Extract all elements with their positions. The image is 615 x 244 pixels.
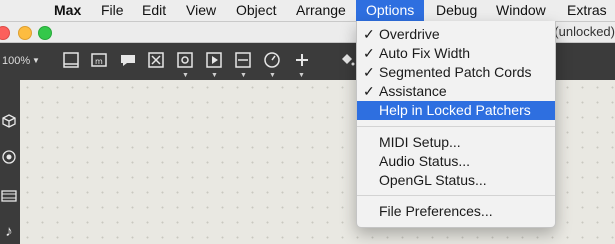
minimize-window-button[interactable] <box>18 26 32 40</box>
checkmark-icon: ✓ <box>363 83 375 99</box>
menu-extras[interactable]: Extras <box>561 0 613 21</box>
menu-max[interactable]: Max <box>48 0 87 21</box>
svg-text:m: m <box>95 57 103 66</box>
gauge-menu-icon[interactable] <box>263 51 283 71</box>
menu-options[interactable]: Options <box>356 0 425 21</box>
zoom-window-button[interactable] <box>38 26 52 40</box>
close-window-button[interactable] <box>0 26 10 40</box>
menu-item-audio-status[interactable]: Audio Status... <box>357 152 555 171</box>
presentation-icon[interactable] <box>62 51 82 71</box>
menu-separator <box>357 126 555 127</box>
target-icon[interactable] <box>0 150 18 170</box>
message-box-icon[interactable]: m <box>90 51 110 71</box>
menu-item-label: File Preferences... <box>379 203 493 219</box>
checkmark-icon: ✓ <box>363 45 375 61</box>
left-sidebar: ♪ <box>0 80 20 244</box>
options-menu: ✓ Overdrive ✓ Auto Fix Width ✓ Segmented… <box>356 21 556 228</box>
menu-item-midi-setup[interactable]: MIDI Setup... <box>357 133 555 152</box>
menu-item-label: Assistance <box>379 83 447 99</box>
menu-view[interactable]: View <box>180 0 222 21</box>
menu-item-overdrive[interactable]: ✓ Overdrive <box>357 25 555 44</box>
cube-icon[interactable] <box>0 114 18 134</box>
add-icon[interactable] <box>293 51 313 71</box>
menu-item-label: Overdrive <box>379 26 440 42</box>
menu-item-assistance[interactable]: ✓ Assistance <box>357 82 555 101</box>
menu-item-segmented-patch-cords[interactable]: ✓ Segmented Patch Cords <box>357 63 555 82</box>
menu-item-label: MIDI Setup... <box>379 134 461 150</box>
play-menu-icon[interactable] <box>205 51 225 71</box>
menu-bar: Max File Edit View Object Arrange Option… <box>0 0 615 22</box>
toggle-x-icon[interactable] <box>147 51 167 71</box>
menu-item-label: Segmented Patch Cords <box>379 64 532 80</box>
menu-item-auto-fix-width[interactable]: ✓ Auto Fix Width <box>357 44 555 63</box>
menu-separator <box>357 195 555 196</box>
dial-dropdown-icon[interactable]: ▼ <box>182 72 189 79</box>
add-dropdown-icon[interactable]: ▼ <box>298 72 305 79</box>
film-icon[interactable] <box>0 188 18 208</box>
menu-item-label: Audio Status... <box>379 153 471 169</box>
menu-arrange[interactable]: Arrange <box>290 0 352 21</box>
play-dropdown-icon[interactable]: ▼ <box>211 72 218 79</box>
dial-menu-icon[interactable] <box>176 51 196 71</box>
menu-item-label: Help in Locked Patchers <box>379 102 531 118</box>
slider-dropdown-icon[interactable]: ▼ <box>240 72 247 79</box>
checkmark-icon: ✓ <box>363 26 375 42</box>
zoom-dropdown-icon[interactable]: ▼ <box>32 56 40 65</box>
menu-item-label: Auto Fix Width <box>379 45 471 61</box>
menu-file[interactable]: File <box>95 0 130 21</box>
menu-item-help-in-locked-patchers[interactable]: Help in Locked Patchers <box>357 101 555 120</box>
checkmark-icon: ✓ <box>363 64 375 80</box>
music-note-icon[interactable]: ♪ <box>0 222 18 242</box>
menu-item-label: OpenGL Status... <box>379 172 487 188</box>
gauge-dropdown-icon[interactable]: ▼ <box>269 72 276 79</box>
window-title: (unlocked) <box>554 24 615 39</box>
menu-debug[interactable]: Debug <box>430 0 483 21</box>
comment-icon[interactable] <box>119 51 139 71</box>
menu-object[interactable]: Object <box>230 0 282 21</box>
menu-window[interactable]: Window <box>490 0 552 21</box>
paint-bucket-icon[interactable] <box>338 51 358 71</box>
slider-menu-icon[interactable] <box>234 51 254 71</box>
menu-item-file-preferences[interactable]: File Preferences... <box>357 202 555 221</box>
zoom-level[interactable]: 100% <box>2 55 30 67</box>
menu-item-opengl-status[interactable]: OpenGL Status... <box>357 171 555 190</box>
menu-edit[interactable]: Edit <box>136 0 172 21</box>
